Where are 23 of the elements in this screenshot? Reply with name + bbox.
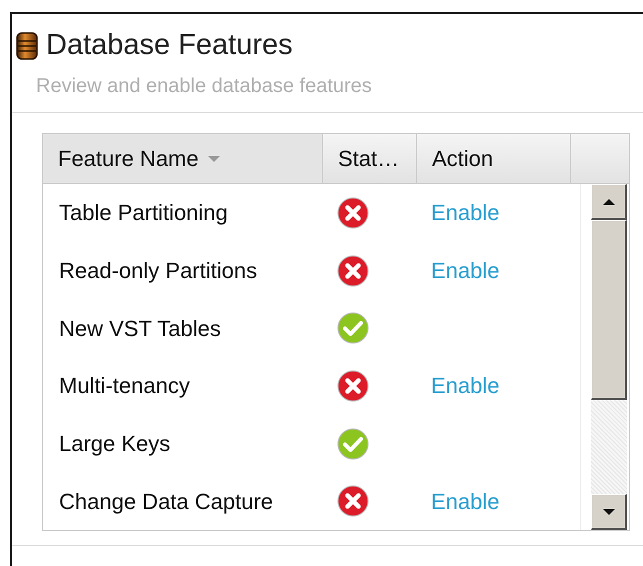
scrollbar[interactable]: [591, 184, 627, 530]
window-subtitle: Review and enable database features: [36, 76, 373, 96]
feature-name-cell-text: Large Keys: [58, 430, 172, 458]
feature-name-cell-text: Multi-tenancy: [58, 372, 191, 400]
scroll-up-button[interactable]: [591, 184, 627, 220]
feature-name-cell-text: Table Partitioning: [58, 199, 229, 228]
scroll-down-button[interactable]: [591, 494, 627, 530]
database-icon: [16, 32, 38, 60]
enable-link[interactable]: Enable: [431, 369, 500, 402]
feature-name-cell-text: Change Data Capture: [58, 488, 274, 516]
down-arrow-icon: [602, 508, 616, 516]
window-title: Database Features: [46, 31, 293, 60]
column-header[interactable]: Feature Name: [43, 134, 323, 183]
column-header[interactable]: Action: [417, 134, 571, 183]
column-header[interactable]: Stat…: [323, 134, 417, 183]
feature-name-cell-text: New VST Tables: [58, 314, 222, 343]
sort-arrow-icon: [206, 154, 221, 162]
feature-name-cell-text: Read-only Partitions: [58, 257, 258, 285]
enable-link[interactable]: Enable: [431, 254, 500, 287]
enable-link[interactable]: Enable: [431, 484, 500, 518]
enable-link[interactable]: Enable: [431, 196, 500, 230]
scroll-thumb[interactable]: [591, 220, 627, 400]
up-arrow-icon: [602, 198, 616, 206]
